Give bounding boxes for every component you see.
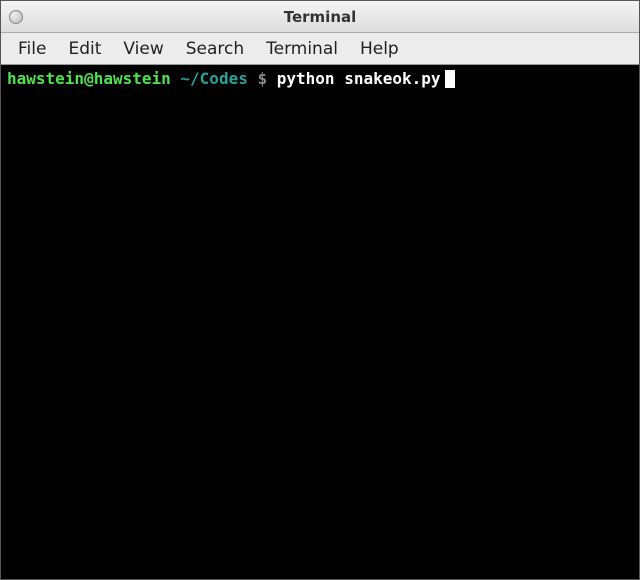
menu-file[interactable]: File	[11, 35, 53, 63]
menu-help[interactable]: Help	[353, 35, 406, 63]
window-title: Terminal	[1, 8, 639, 26]
prompt-line: hawstein@hawstein ~/Codes $ python snake…	[7, 69, 633, 88]
close-icon[interactable]	[9, 10, 23, 24]
prompt-symbol: $	[257, 69, 267, 88]
current-path: ~/Codes	[180, 69, 247, 88]
command-text: python snakeok.py	[277, 69, 441, 88]
terminal-window: Terminal File Edit View Search Terminal …	[0, 0, 640, 580]
cursor-icon	[445, 70, 455, 88]
window-controls	[1, 10, 23, 24]
menu-edit[interactable]: Edit	[61, 35, 108, 63]
menu-terminal[interactable]: Terminal	[259, 35, 345, 63]
titlebar[interactable]: Terminal	[1, 1, 639, 33]
terminal-body[interactable]: hawstein@hawstein ~/Codes $ python snake…	[1, 65, 639, 579]
user-host: hawstein@hawstein	[7, 69, 171, 88]
menu-view[interactable]: View	[116, 35, 170, 63]
menu-search[interactable]: Search	[179, 35, 251, 63]
menubar: File Edit View Search Terminal Help	[1, 33, 639, 65]
